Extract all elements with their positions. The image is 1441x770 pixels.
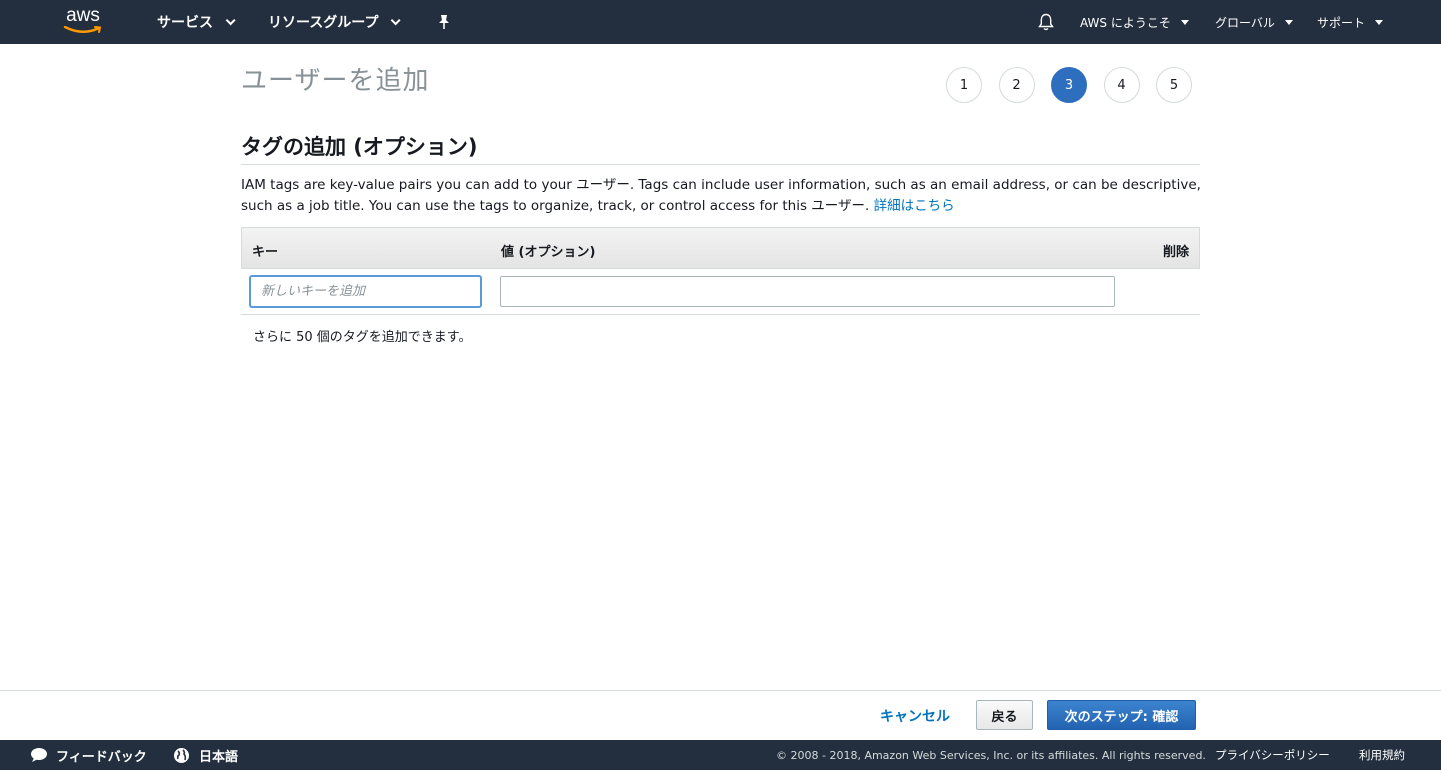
caret-down-icon [1375,19,1384,25]
remaining-tags-text: さらに 50 個のタグを追加できます。 [253,330,472,345]
step-1[interactable]: 1 [946,67,982,103]
section-title: タグの追加 (オプション) [241,135,478,159]
region-label: グローバル [1215,15,1275,30]
pushpin-icon[interactable] [437,0,451,44]
account-label: AWS にようこそ [1080,15,1171,30]
terms-link[interactable]: 利用規約 [1359,740,1405,770]
services-label: サービス [157,15,213,31]
tags-description: IAM tags are key-value pairs you can add… [241,175,1203,217]
privacy-policy-link[interactable]: プライバシーポリシー [1215,740,1330,770]
globe-icon [174,747,189,763]
aws-smile-icon [63,26,102,33]
learn-more-link[interactable]: 詳細はこちら [874,198,955,214]
chevron-down-icon [225,14,236,25]
feedback-label: フィードバック [56,749,147,765]
speech-bubble-icon [31,748,47,762]
resource-groups-label: リソースグループ [268,15,379,31]
caret-down-icon [1180,19,1189,25]
feedback-link[interactable]: フィードバック [30,740,147,770]
services-menu[interactable]: サービス [157,0,236,44]
top-nav-bar: aws サービス リソースグループ AWS にようこそ グローバル サポート [0,0,1441,44]
divider [241,164,1200,165]
table-row [241,269,1200,315]
step-3-current: 3 [1051,67,1087,103]
wizard-steps: 1 2 3 4 5 [946,67,1209,103]
step-4: 4 [1103,67,1140,103]
resource-groups-menu[interactable]: リソースグループ [268,0,402,44]
cancel-button[interactable]: キャンセル [880,706,950,726]
footer-divider [0,690,1441,691]
aws-logo[interactable]: aws [58,6,108,38]
value-input[interactable] [500,276,1115,307]
caret-down-icon [1284,19,1293,25]
support-menu[interactable]: サポート [1317,0,1384,44]
bell-icon[interactable] [1038,0,1054,44]
column-header-value: 値 (オプション) [501,245,596,260]
column-header-key: キー [252,245,279,260]
region-menu[interactable]: グローバル [1215,0,1293,44]
column-header-delete: 削除 [1162,245,1189,260]
back-button[interactable]: 戻る [976,700,1033,730]
tags-table-header: キー 値 (オプション) 削除 [241,227,1200,269]
language-label: 日本語 [199,749,239,765]
description-text: IAM tags are key-value pairs you can add… [241,177,1201,214]
step-2[interactable]: 2 [998,67,1035,103]
page-title: ユーザーを追加 [241,66,430,96]
language-selector[interactable]: 日本語 [173,740,238,770]
copyright-text: © 2008 - 2018, Amazon Web Services, Inc.… [776,748,1206,762]
new-key-input[interactable] [250,276,481,307]
aws-logo-text: aws [66,5,100,26]
account-menu[interactable]: AWS にようこそ [1080,0,1189,44]
chevron-down-icon [391,14,402,25]
support-label: サポート [1317,15,1366,30]
step-5: 5 [1156,67,1192,103]
console-footer: フィードバック 日本語 © 2008 - 2018, Amazon Web Se… [0,740,1441,770]
next-step-review-button[interactable]: 次のステップ: 確認 [1047,700,1196,730]
